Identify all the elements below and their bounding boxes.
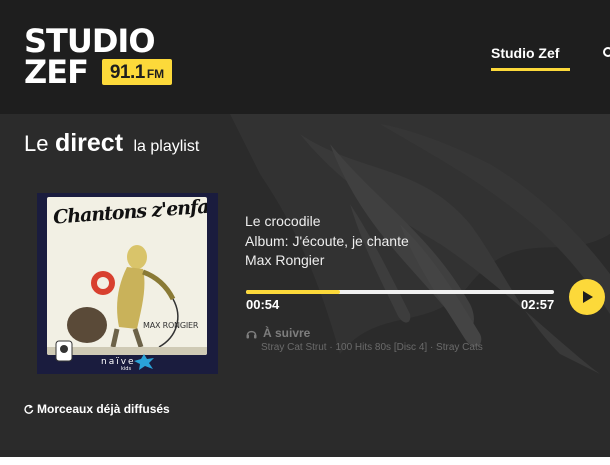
refresh-icon <box>24 404 34 414</box>
headphones-icon <box>246 330 257 339</box>
track-info: Le crocodile Album: J'écoute, je chante … <box>245 212 409 271</box>
logo-frequency-badge: 91.1 FM <box>102 59 172 85</box>
splash-icon <box>134 354 154 370</box>
page-title: Le direct la playlist <box>24 129 199 158</box>
progress-bar[interactable] <box>246 290 554 294</box>
studio-zef-logo[interactable]: STUDIO ZEF 91.1 FM <box>24 22 184 91</box>
title-direct: direct <box>54 129 124 157</box>
play-button[interactable] <box>569 279 605 315</box>
cover-artist-text: MAX RONGIER <box>143 321 199 330</box>
logo-text-studio: STUDIO <box>24 22 156 60</box>
logo-frequency: 91.1 <box>109 62 145 83</box>
cover-label-sub-text: kids <box>121 366 132 372</box>
album-cover: Chantons z'enfants MAX RONGIER naïve kid… <box>37 193 218 374</box>
album-cover-art: Chantons z'enfants MAX RONGIER <box>47 197 207 355</box>
logo-text-zef: ZEF <box>24 53 89 91</box>
nav-active-underline <box>491 68 570 71</box>
nav-next-item-icon[interactable] <box>603 47 610 57</box>
logo-frequency-unit: FM <box>146 67 165 81</box>
cover-illustration <box>47 245 207 355</box>
site-header: STUDIO ZEF 91.1 FM Studio Zef <box>0 0 610 114</box>
publisher-badge-icon <box>55 340 73 362</box>
history-label: Morceaux déjà diffusés <box>37 402 170 416</box>
page-bottom <box>0 457 610 465</box>
play-icon <box>583 291 593 303</box>
up-next-label: À suivre <box>263 326 311 340</box>
history-link[interactable]: Morceaux déjà diffusés <box>24 402 170 416</box>
title-playlist[interactable]: la playlist <box>133 138 199 155</box>
up-next-track: Stray Cat Strut · 100 Hits 80s [Disc 4] … <box>261 342 483 353</box>
track-title: Le crocodile <box>245 213 321 229</box>
track-artist: Max Rongier <box>245 252 325 268</box>
total-time: 02:57 <box>521 297 555 312</box>
current-time: 00:54 <box>246 297 280 312</box>
progress-bar-fill <box>246 290 340 294</box>
nav-item-studio-zef[interactable]: Studio Zef <box>491 45 559 61</box>
track-album: Album: J'écoute, je chante <box>245 232 409 249</box>
title-prefix: Le <box>24 131 49 156</box>
live-section: Le direct la playlist Chantons z'enfants… <box>0 114 610 457</box>
